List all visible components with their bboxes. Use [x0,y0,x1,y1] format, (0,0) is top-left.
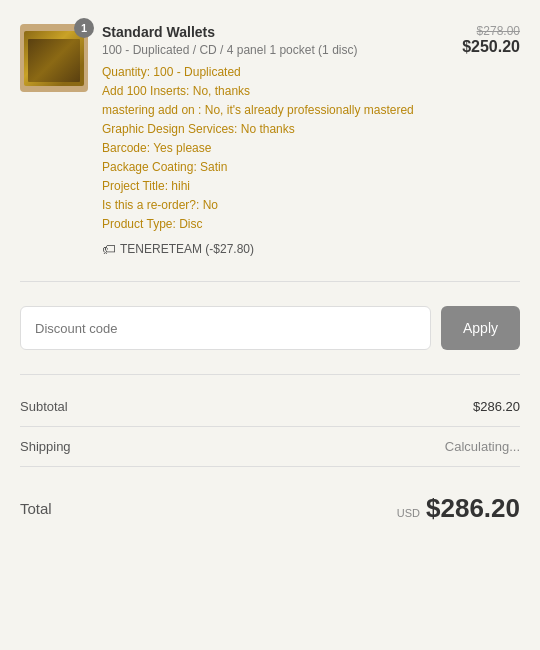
attr-product-type: Product Type: Disc [102,215,448,233]
apply-button[interactable]: Apply [441,306,520,350]
product-section: 1 Standard Wallets 100 - Duplicated / CD… [20,16,520,277]
attr-reorder: Is this a re-order?: No [102,196,448,214]
subtotal-label: Subtotal [20,399,68,414]
discount-tag-label: TENERETEAM (-$27.80) [120,242,254,256]
discount-tag: 🏷 TENERETEAM (-$27.80) [102,241,448,257]
shipping-row: Shipping Calculating... [20,427,520,466]
cart-container: 1 Standard Wallets 100 - Duplicated / CD… [0,0,540,548]
price-current: $250.20 [462,38,520,56]
attr-project-title: Project Title: hihi [102,177,448,195]
attr-barcode: Barcode: Yes please [102,139,448,157]
product-details: Standard Wallets 100 - Duplicated / CD /… [102,24,448,257]
tag-icon: 🏷 [102,241,116,257]
total-section: Total USD $286.20 [20,475,520,532]
cart-badge: 1 [74,18,94,38]
product-subtitle: 100 - Duplicated / CD / 4 panel 1 pocket… [102,43,448,57]
total-currency: USD [397,507,420,519]
shipping-value: Calculating... [445,439,520,454]
subtotal-value: $286.20 [473,399,520,414]
total-label: Total [20,500,52,517]
product-price-section: $278.00 $250.20 [462,24,520,257]
summary-divider-2 [20,466,520,467]
total-amount: $286.20 [426,493,520,524]
product-thumbnail [24,31,84,86]
attr-design: Graphic Design Services: No thanks [102,120,448,138]
discount-section: Apply [20,286,520,370]
total-amount-wrapper: USD $286.20 [397,493,520,524]
product-title: Standard Wallets [102,24,448,40]
attr-quantity: Quantity: 100 - Duplicated [102,63,448,81]
section-divider-1 [20,281,520,282]
attr-inserts: Add 100 Inserts: No, thanks [102,82,448,100]
summary-section: Subtotal $286.20 Shipping Calculating... [20,379,520,475]
shipping-label: Shipping [20,439,71,454]
product-attributes: Quantity: 100 - Duplicated Add 100 Inser… [102,63,448,233]
attr-coating: Package Coating: Satin [102,158,448,176]
product-image-wrapper: 1 [20,24,88,257]
section-divider-2 [20,374,520,375]
attr-mastering: mastering add on : No, it's already prof… [102,101,448,119]
price-original: $278.00 [477,24,520,38]
subtotal-row: Subtotal $286.20 [20,387,520,426]
discount-input[interactable] [20,306,431,350]
